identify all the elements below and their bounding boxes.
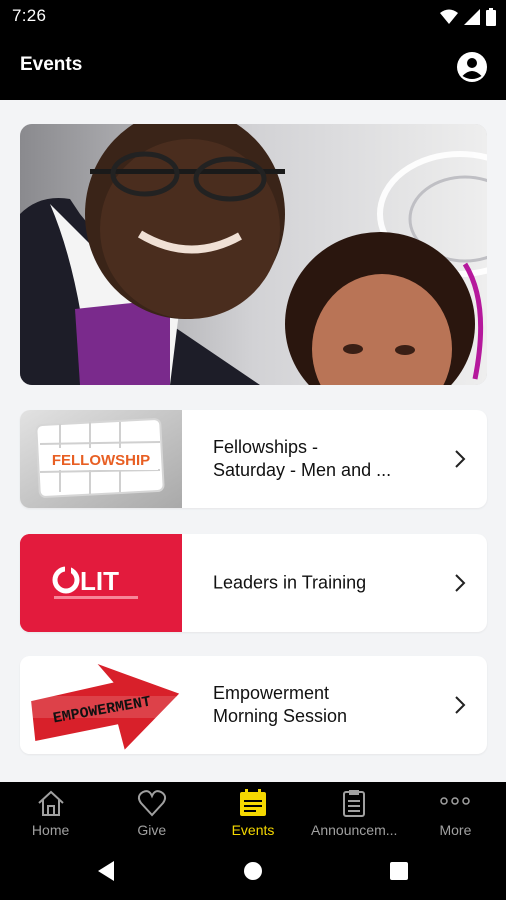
event-title: Fellowships - Saturday - Men and ...: [213, 437, 392, 480]
heart-icon: [137, 790, 166, 817]
event-thumbnail: LIT: [20, 534, 182, 632]
events-list[interactable]: FELLOWSHIP Fellowships - Saturday - Men …: [0, 100, 506, 782]
home-circle-icon[interactable]: [243, 861, 263, 881]
lit-thumb-text: LIT: [80, 566, 119, 596]
battery-icon: [486, 8, 496, 26]
nav-announcements[interactable]: Announcem...: [304, 782, 405, 844]
status-icons: [440, 8, 496, 26]
events-icon: [240, 789, 266, 816]
more-icon: [440, 797, 471, 805]
chevron-right-icon: [455, 450, 466, 468]
system-navigation-bar: [0, 844, 506, 900]
clipboard-icon: [343, 790, 366, 817]
hero-banner-image[interactable]: [20, 124, 487, 385]
app-bar: Events: [0, 34, 506, 100]
status-time: 7:26: [12, 6, 47, 25]
profile-icon: [457, 52, 487, 82]
event-thumbnail: EMPOWERMENT: [20, 656, 182, 754]
event-card-leaders-in-training[interactable]: LIT Leaders in Training: [20, 534, 487, 632]
event-title: Empowerment Morning Session: [213, 683, 348, 726]
chevron-right-icon: [455, 574, 466, 592]
home-icon: [37, 790, 64, 816]
nav-more[interactable]: More: [405, 782, 506, 844]
fellowship-thumb-text: FELLOWSHIP: [52, 452, 150, 469]
event-thumbnail: FELLOWSHIP: [20, 410, 182, 508]
wifi-icon: [440, 9, 458, 24]
hero-photo: [20, 124, 487, 385]
chevron-right-icon: [455, 696, 466, 714]
nav-give[interactable]: Give: [101, 782, 202, 844]
recents-icon[interactable]: [390, 862, 408, 880]
event-card-empowerment[interactable]: EMPOWERMENT Empowerment Morning Session: [20, 656, 487, 754]
page-title: Events: [20, 54, 83, 75]
nav-events[interactable]: Events: [202, 782, 303, 844]
signal-icon: [464, 9, 480, 25]
event-card-fellowships[interactable]: FELLOWSHIP Fellowships - Saturday - Men …: [20, 410, 487, 508]
back-icon[interactable]: [96, 860, 116, 882]
bottom-navigation: Home Give Events Announcem... More: [0, 782, 506, 844]
nav-home[interactable]: Home: [0, 782, 101, 844]
event-title: Leaders in Training: [213, 572, 367, 593]
status-bar: 7:26: [0, 0, 506, 34]
profile-button[interactable]: [456, 51, 488, 83]
